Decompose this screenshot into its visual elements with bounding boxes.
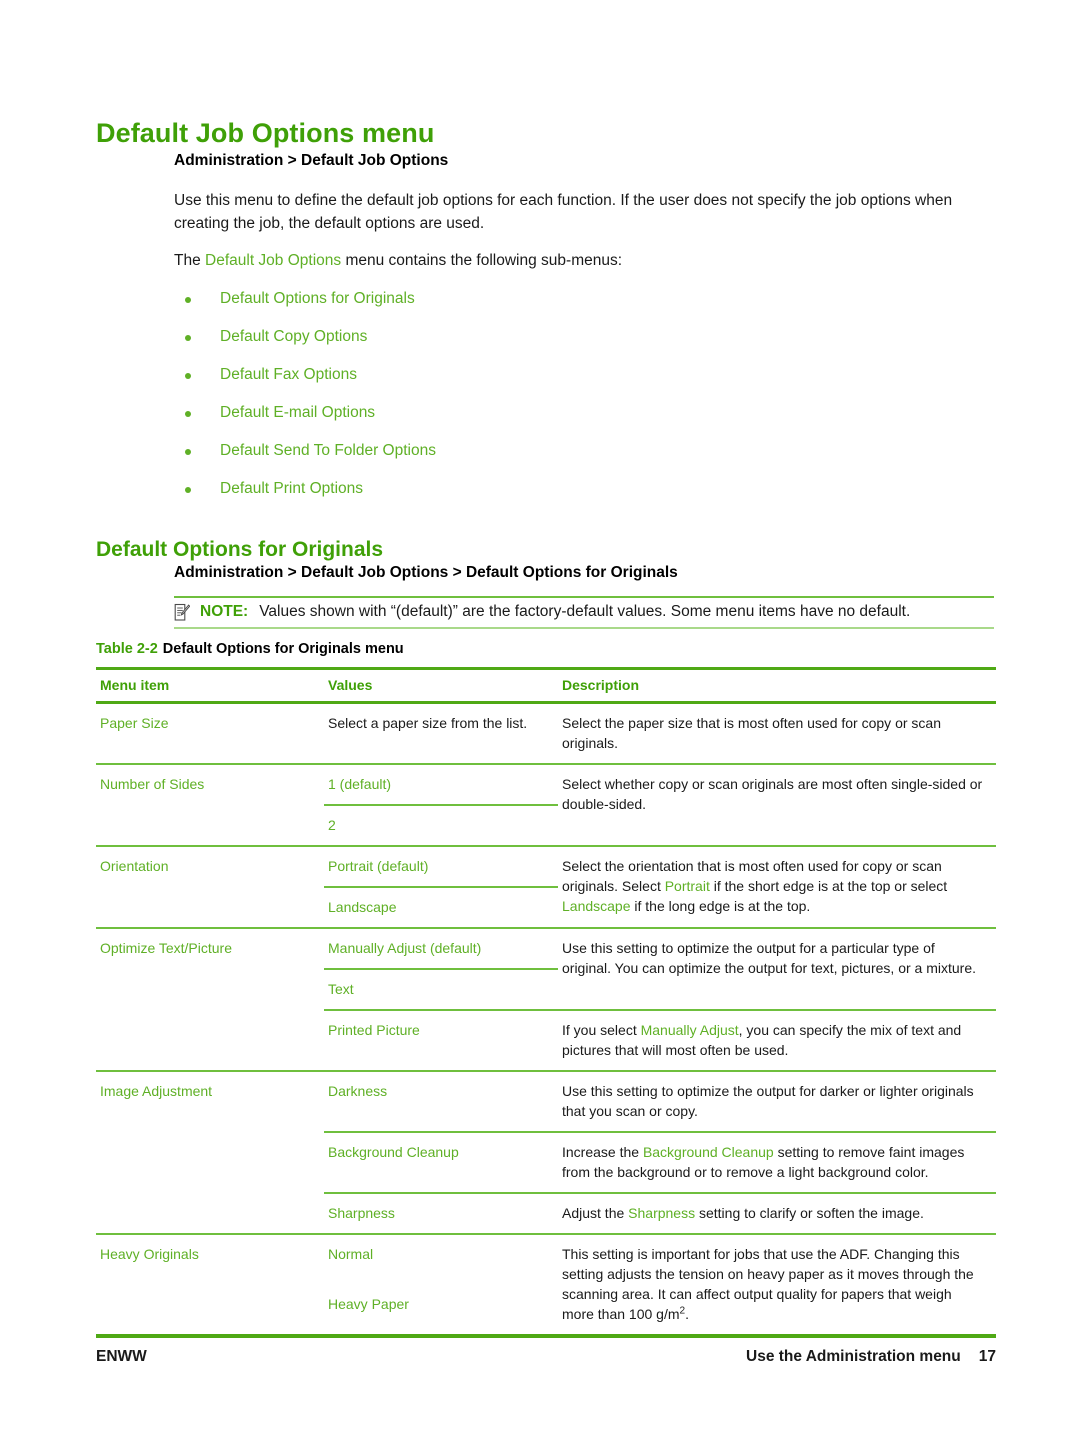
bullet-icon	[185, 449, 191, 455]
table-cell-value[interactable]: 1 (default)	[324, 763, 558, 805]
submenu-list: Default Options for Originals Default Co…	[174, 288, 874, 516]
note-keyword: NOTE:	[200, 603, 249, 620]
table-cell-value[interactable]: Manually Adjust (default)	[324, 927, 558, 969]
submenu-intro-prefix: The	[174, 252, 206, 269]
table-cell-description: Increase the Background Cleanup setting …	[558, 1131, 996, 1193]
table-caption: Table 2-2 Default Options for Originals m…	[96, 641, 404, 657]
column-header-description: Description	[558, 667, 996, 704]
breadcrumb-section: Administration > Default Job Options > D…	[174, 564, 678, 581]
list-item-label: Default E-mail Options	[220, 404, 376, 421]
bullet-icon	[185, 487, 191, 493]
table-cell-value[interactable]: Select a paper size from the list.	[324, 703, 558, 765]
table-cell-description: Select the paper size that is most often…	[562, 715, 941, 751]
footer-left: ENWW	[96, 1348, 147, 1365]
list-item[interactable]: Default Send To Folder Options	[174, 440, 874, 478]
submenu-intro-paragraph: The Default Job Options menu contains th…	[174, 249, 994, 272]
table-cell-description: Select the orientation that is most ofte…	[558, 845, 996, 928]
bullet-icon	[185, 335, 191, 341]
table-row: Heavy Originals Normal This setting is imp…	[96, 1233, 996, 1334]
inline-term[interactable]: Manually Adjust	[641, 1022, 739, 1038]
note-text: Values shown with “(default)” are the fa…	[259, 603, 911, 620]
table-cell-value[interactable]: Background Cleanup	[324, 1131, 558, 1193]
list-item[interactable]: Default E-mail Options	[174, 402, 874, 440]
note-body: NOTE: Values shown with “(default)” are t…	[200, 602, 910, 622]
table-body: Paper Size Select a paper size from the l…	[96, 703, 996, 1334]
description-text: Adjust the	[562, 1205, 629, 1221]
table-cell-menu-item[interactable]: Paper Size	[96, 703, 324, 765]
page-number: 17	[978, 1348, 996, 1365]
table-header-row: Menu item Values Description	[96, 667, 996, 704]
table-cell-menu-item[interactable]: Heavy Originals	[96, 1233, 324, 1334]
table-cell-value[interactable]: Heavy Paper	[324, 1285, 558, 1334]
document-page: Default Job Options menu Administration …	[0, 0, 1080, 1437]
description-text: If you select	[562, 1022, 641, 1038]
table-cell-menu-item[interactable]: Number of Sides	[96, 763, 324, 846]
table-cell-description: Adjust the Sharpness setting to clarify …	[558, 1192, 996, 1234]
intro-paragraph: Use this menu to define the default job …	[174, 192, 953, 232]
table-cell-value[interactable]: Printed Picture	[324, 1009, 558, 1071]
table-caption-text: Default Options for Originals menu	[162, 641, 404, 657]
note-callout: NOTE: Values shown with “(default)” are t…	[174, 596, 994, 629]
bullet-icon	[185, 373, 191, 379]
description-text: if the long edge is at the top.	[630, 898, 811, 914]
table-cell-value[interactable]: Sharpness	[324, 1192, 558, 1234]
table-bottom-rule	[96, 1334, 996, 1338]
description-text: setting to clarify or soften the image.	[695, 1205, 924, 1221]
list-item-label: Default Send To Folder Options	[220, 442, 436, 459]
list-item-label: Default Options for Originals	[220, 290, 415, 307]
list-item[interactable]: Default Fax Options	[174, 364, 874, 402]
table-cell-description: If you select Manually Adjust, you can s…	[558, 1009, 996, 1071]
footer-section-name: Use the Administration menu	[746, 1348, 961, 1365]
list-item[interactable]: Default Options for Originals	[174, 288, 874, 326]
table-caption-number: Table 2-2	[96, 641, 158, 657]
table-cell-description: This setting is important for jobs that …	[558, 1233, 996, 1334]
bullet-icon	[185, 411, 191, 417]
column-header-values: Values	[324, 667, 558, 704]
table-cell-menu-item[interactable]: Image Adjustment	[96, 1070, 324, 1234]
inline-term[interactable]: Sharpness	[628, 1205, 695, 1221]
table-cell-menu-item[interactable]: Orientation	[96, 845, 324, 928]
column-header-menu-item: Menu item	[96, 667, 324, 704]
default-options-table: Menu item Values Description Paper Size S…	[96, 667, 996, 1334]
section-title: Default Options for Originals	[96, 538, 384, 562]
footer-right: Use the Administration menu 17	[746, 1348, 996, 1366]
submenu-intro-suffix: menu contains the following sub-menus:	[341, 252, 623, 269]
table-cell-value[interactable]: Landscape	[324, 886, 558, 928]
list-item-label: Default Print Options	[220, 480, 364, 497]
table-cell-value[interactable]: Normal	[324, 1233, 558, 1285]
table-row: Paper Size Select a paper size from the l…	[96, 703, 996, 765]
table-row: Optimize Text/Picture Manually Adjust (de…	[96, 927, 996, 1071]
table-row: Orientation Portrait (default) Select the …	[96, 845, 996, 928]
table-cell-description: Use this setting to optimize the output …	[558, 927, 996, 1010]
table-cell-value[interactable]: Darkness	[324, 1070, 558, 1132]
table-cell-value[interactable]: 2	[324, 804, 558, 846]
table-cell-menu-item[interactable]: Optimize Text/Picture	[96, 927, 324, 1071]
bullet-icon	[185, 297, 191, 303]
table-cell-value[interactable]: Portrait (default)	[324, 845, 558, 887]
breadcrumb-top: Administration > Default Job Options	[174, 152, 449, 169]
table-cell-value[interactable]: Text	[324, 968, 558, 1010]
page-title: Default Job Options menu	[96, 118, 435, 149]
default-job-options-link[interactable]: Default Job Options	[205, 252, 341, 269]
list-item-label: Default Copy Options	[220, 328, 368, 345]
description-text: if the short edge is at the top or selec…	[709, 878, 948, 894]
inline-term[interactable]: Background Cleanup	[643, 1144, 774, 1160]
table-row: Number of Sides 1 (default) Select whether…	[96, 763, 996, 846]
inline-term[interactable]: Portrait	[665, 878, 710, 894]
inline-term[interactable]: Landscape	[562, 898, 631, 914]
list-item[interactable]: Default Print Options	[174, 478, 874, 516]
note-pencil-icon	[174, 603, 190, 621]
list-item[interactable]: Default Copy Options	[174, 326, 874, 364]
table-cell-description: Use this setting to optimize the output …	[558, 1070, 996, 1132]
table-cell-description: Select whether copy or scan originals ar…	[558, 763, 996, 846]
table-row: Image Adjustment Darkness Use this setting…	[96, 1070, 996, 1234]
list-item-label: Default Fax Options	[220, 366, 357, 383]
description-text: Increase the	[562, 1144, 643, 1160]
